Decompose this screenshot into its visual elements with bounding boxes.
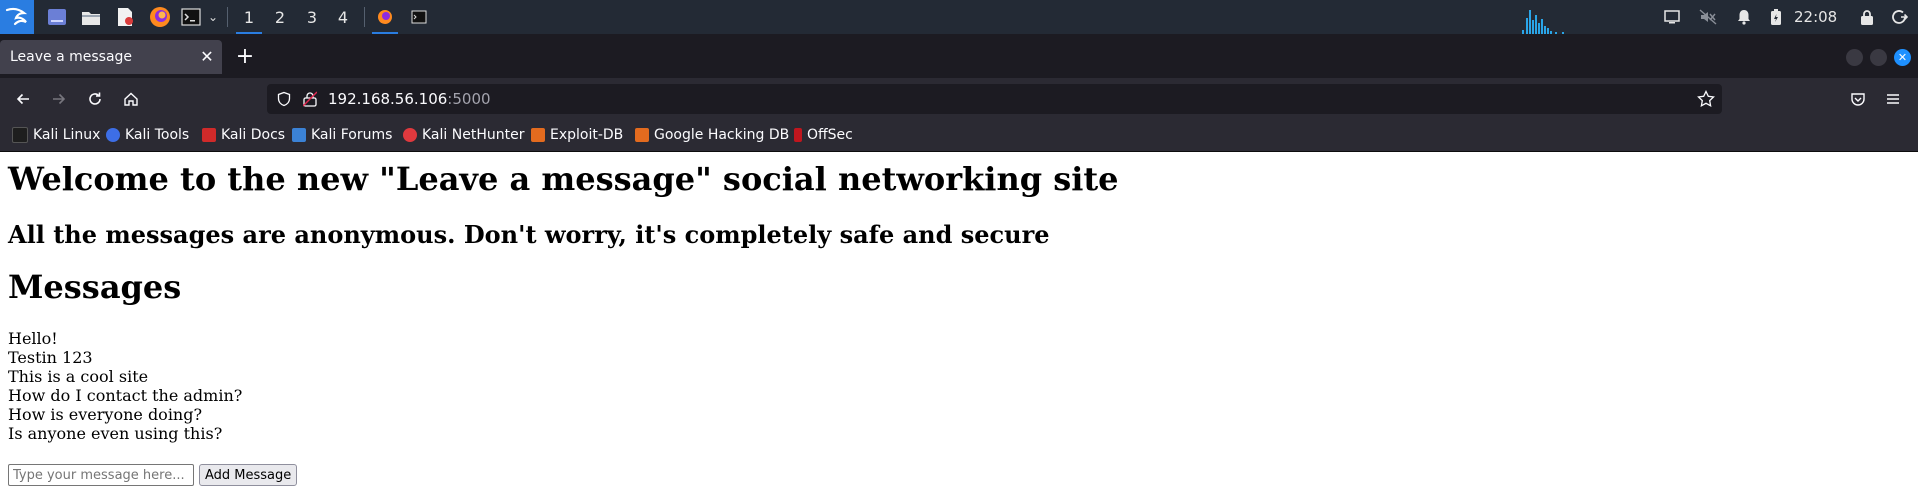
workspace-3[interactable]: 3 — [297, 0, 327, 34]
tab-title: Leave a message — [10, 49, 133, 65]
kali-forums-icon — [292, 128, 306, 142]
file-manager-icon[interactable] — [80, 3, 102, 31]
bookmark-label: Kali Forums — [311, 127, 393, 143]
workspace-1[interactable]: 1 — [234, 0, 264, 34]
message-item: Hello! — [8, 329, 58, 348]
menu-icon[interactable] — [1878, 84, 1908, 114]
web-page: Welcome to the new "Leave a message" soc… — [0, 152, 1918, 489]
new-tab-icon[interactable]: + — [232, 45, 258, 71]
url-port: :5000 — [447, 90, 491, 108]
display-icon[interactable] — [1662, 6, 1682, 28]
maximize-window-button[interactable] — [1870, 49, 1887, 66]
text-editor-icon[interactable] — [114, 3, 136, 31]
google-hacking-db-icon — [635, 128, 649, 142]
bookmark-kali-tools[interactable]: Kali Tools — [106, 119, 189, 151]
bookmark-label: Exploit-DB — [550, 127, 624, 143]
close-window-button[interactable]: ✕ — [1894, 49, 1911, 66]
terminal-window-button[interactable] — [404, 0, 434, 34]
page-heading: Welcome to the new "Leave a message" soc… — [8, 160, 1119, 198]
add-message-button[interactable]: Add Message — [199, 464, 298, 486]
workspace-2[interactable]: 2 — [265, 0, 295, 34]
message-input[interactable] — [8, 464, 194, 486]
forward-icon[interactable] — [44, 84, 74, 114]
clock[interactable]: 22:08 — [1794, 6, 1837, 28]
bookmark-label: Kali Docs — [221, 127, 286, 143]
bookmark-label: Kali NetHunter — [422, 127, 525, 143]
insecure-lock-icon[interactable] — [302, 91, 318, 111]
page-subheading: All the messages are anonymous. Don't wo… — [8, 220, 1050, 249]
volume-muted-icon[interactable] — [1698, 6, 1718, 28]
firefox-window-button[interactable] — [370, 0, 400, 34]
bookmark-star-icon[interactable] — [1697, 89, 1715, 112]
message-item: How is everyone doing? — [8, 405, 203, 424]
bookmark-label: Kali Linux — [33, 127, 101, 143]
taskbar-divider — [364, 7, 365, 27]
message-item: Testin 123 — [8, 348, 93, 367]
bookmark-kali-docs[interactable]: Kali Docs — [202, 119, 285, 151]
message-item: Is anyone even using this? — [8, 424, 223, 443]
reload-icon[interactable] — [80, 84, 110, 114]
shield-icon[interactable] — [276, 91, 292, 111]
chevron-down-icon[interactable]: ⌄ — [206, 3, 220, 31]
firefox-icon[interactable] — [148, 3, 172, 31]
bookmark-kali-nethunter[interactable]: Kali NetHunter — [403, 119, 524, 151]
browser-tab-strip — [0, 34, 1918, 78]
terminal-icon[interactable] — [180, 3, 202, 31]
message-item: This is a cool site — [8, 367, 149, 386]
workspace-4[interactable]: 4 — [328, 0, 358, 34]
bookmark-label: Google Hacking DB — [654, 127, 790, 143]
url-text[interactable]: 192.168.56.106:5000 — [328, 84, 491, 114]
messages-heading: Messages — [8, 268, 182, 306]
pocket-icon[interactable] — [1843, 84, 1873, 114]
logout-icon[interactable] — [1891, 6, 1909, 28]
messages-list: Hello! Testin 123 This is a cool site Ho… — [8, 329, 242, 443]
url-bar[interactable]: 192.168.56.106:5000 — [267, 84, 1722, 114]
bookmark-offsec[interactable]: OffSec — [794, 119, 853, 151]
bookmark-exploit-db[interactable]: Exploit-DB — [531, 119, 623, 151]
bookmark-label: OffSec — [807, 127, 853, 143]
battery-icon[interactable] — [1768, 6, 1784, 28]
lock-icon[interactable] — [1859, 6, 1875, 28]
kali-linux-icon — [12, 127, 28, 143]
home-icon[interactable] — [116, 84, 146, 114]
offsec-icon — [794, 128, 802, 142]
minimize-window-button[interactable] — [1846, 49, 1863, 66]
bookmark-label: Kali Tools — [125, 127, 190, 143]
kali-tools-icon — [106, 128, 120, 142]
notifications-icon[interactable] — [1734, 6, 1754, 28]
taskbar-divider — [227, 7, 228, 27]
kali-menu-icon[interactable] — [0, 0, 34, 34]
tab-close-icon[interactable]: ✕ — [196, 46, 218, 68]
cpu-activity-graph — [1522, 6, 1570, 34]
show-desktop-icon[interactable] — [46, 3, 68, 31]
back-icon[interactable] — [8, 84, 38, 114]
bookmarks-toolbar: Kali Linux Kali Tools Kali Docs Kali For… — [0, 119, 1918, 152]
exploit-db-icon — [531, 128, 545, 142]
bookmark-google-hacking-db[interactable]: Google Hacking DB — [635, 119, 789, 151]
kali-nethunter-icon — [403, 128, 417, 142]
browser-tab[interactable]: Leave a message ✕ — [0, 40, 222, 74]
desktop-taskbar: ⌄ 1 2 3 4 22:08 — [0, 0, 1918, 34]
message-item: How do I contact the admin? — [8, 386, 243, 405]
url-host: 192.168.56.106 — [328, 90, 448, 108]
kali-docs-icon — [202, 128, 216, 142]
bookmark-kali-linux[interactable]: Kali Linux — [12, 119, 100, 151]
bookmark-kali-forums[interactable]: Kali Forums — [292, 119, 392, 151]
